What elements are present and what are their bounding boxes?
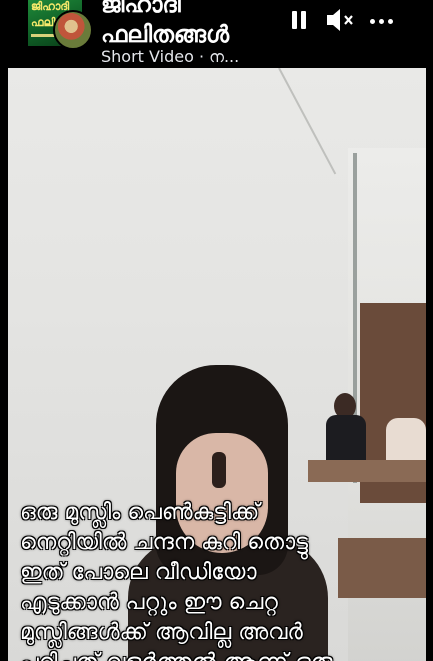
more-icon — [370, 19, 375, 24]
speaker-muted-icon — [327, 9, 353, 31]
video-frame-background-person-2 — [386, 408, 426, 468]
page-avatar[interactable]: ജിഹാദി ഫലിതങ്ങ — [28, 0, 93, 52]
video-viewer: ജിഹാദി ഫലിതങ്ങ ജിഹാദി ഫലിതങ്ങൾ Short Vid… — [0, 0, 433, 661]
caption-line: ഒരു മുസ്ലിം പെൺകുട്ടിക്ക് — [20, 500, 260, 525]
caption-line: മുസ്ലിങ്ങൾക്ക് ആവില്ല അവർ — [20, 620, 303, 645]
caption-line: പഠിച്ചത് വളർത്തൽ ആണ് ഒരു — [20, 648, 420, 661]
page-title-line2: ഫലിതങ്ങൾ — [101, 22, 230, 48]
avatar-profile-photo — [53, 10, 93, 50]
caption-line: നെറ്റിയിൽ ചന്ദന കുറി തൊട്ടു — [20, 530, 308, 555]
pause-icon — [292, 11, 297, 29]
header: ജിഹാദി ഫലിതങ്ങ ജിഹാദി ഫലിതങ്ങൾ Short Vid… — [0, 0, 433, 68]
pause-button[interactable] — [286, 8, 312, 34]
video-frame-beam — [278, 68, 337, 175]
caption-line: എടുക്കാൻ പറ്റും ഈ ചെറ്റ — [20, 590, 278, 615]
video-subtitle[interactable]: Short Video · ന... — [101, 47, 239, 67]
video-frame-background-person — [326, 393, 366, 463]
mute-button[interactable] — [325, 5, 359, 35]
more-options-button[interactable] — [367, 8, 397, 34]
page-title[interactable]: ജിഹാദി ഫലിതങ്ങൾ — [101, 0, 229, 50]
caption-line: ഇത് പോലെ വീഡിയോ — [20, 560, 257, 585]
video-caption: ഒരു മുസ്ലിം പെൺകുട്ടിക്ക് നെറ്റിയിൽ ചന്ദ… — [20, 498, 420, 661]
video-frame-desk — [308, 460, 426, 482]
video-frame-foreground-person-mark — [212, 452, 226, 488]
page-title-line1: ജിഹാദി — [101, 0, 181, 18]
